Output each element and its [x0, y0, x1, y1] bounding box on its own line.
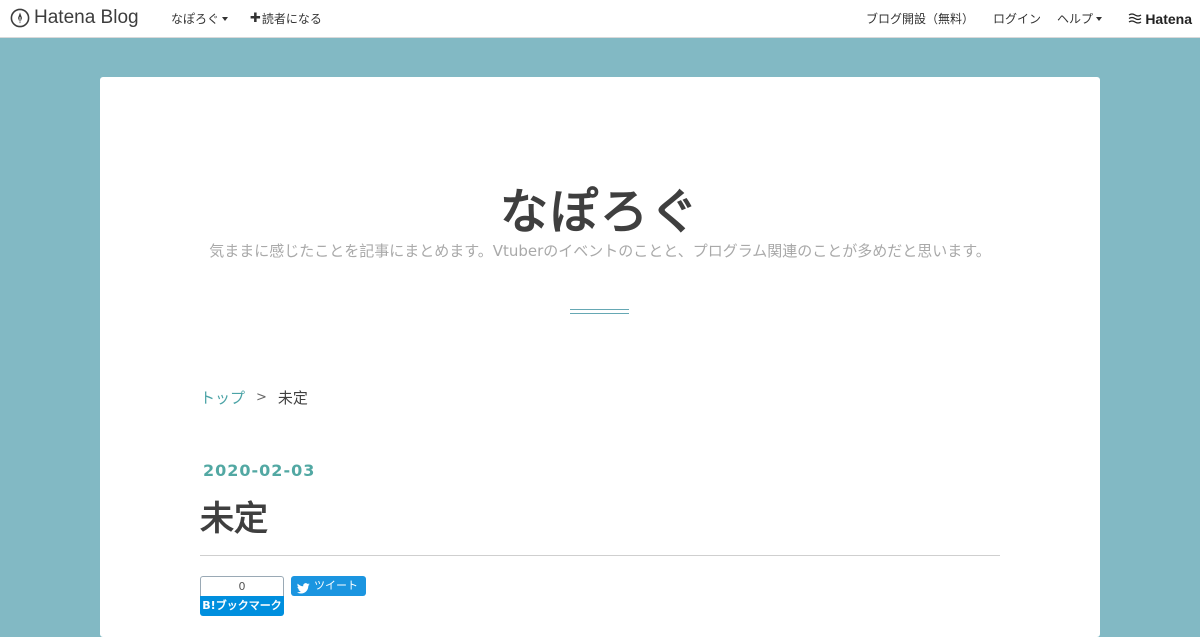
hatena-global-header: Hatena Blog なぽろぐ ✚ 読者になる ブログ開設（無料） ログイン …	[0, 0, 1200, 38]
subscribe-button[interactable]: ✚ 読者になる	[250, 10, 322, 27]
start-blog-label: ブログ開設（無料）	[866, 12, 975, 26]
entry-date[interactable]: 2020-02-03	[203, 461, 315, 480]
start-blog-link[interactable]: ブログ開設（無料）	[866, 10, 974, 27]
breadcrumb-current: 未定	[277, 389, 308, 407]
plus-icon: ✚	[250, 11, 261, 26]
subscribe-label: 読者になる	[261, 12, 322, 26]
help-label: ヘルプ	[1057, 12, 1094, 26]
hatena-bookmark-count: 0	[200, 576, 284, 596]
twitter-bird-icon	[296, 581, 310, 593]
blog-content-card: なぽろぐ 気ままに感じたことを記事にまとめます。Vtuberのイベントのことと、…	[100, 77, 1100, 637]
hatena-logo-text: Hatena	[1145, 10, 1192, 27]
breadcrumb-top-link[interactable]: トップ	[200, 387, 245, 408]
title-divider	[570, 309, 629, 314]
entry-divider	[200, 555, 1000, 556]
breadcrumb-separator: >	[256, 390, 267, 405]
login-link[interactable]: ログイン	[993, 10, 1041, 27]
brand-text: Hatena Blog	[34, 7, 139, 28]
hatena-bookmark-button[interactable]: 0 B!ブックマーク	[200, 576, 284, 616]
breadcrumb: トップ > 未定	[200, 387, 308, 408]
help-dropdown[interactable]: ヘルプ	[1057, 10, 1103, 27]
blog-description: 気ままに感じたことを記事にまとめます。Vtuberのイベントのことと、プログラム…	[209, 242, 991, 260]
hatena-blog-brand[interactable]: Hatena Blog	[10, 6, 139, 30]
hatena-blog-pen-icon	[10, 8, 30, 28]
tweet-label: ツイート	[314, 579, 358, 592]
entry-title[interactable]: 未定	[200, 491, 268, 540]
hatena-wave-icon	[1128, 9, 1142, 28]
tweet-button[interactable]: ツイート	[291, 576, 366, 596]
hatena-logo-link[interactable]: Hatena	[1128, 9, 1192, 28]
hatena-bookmark-label: B!ブックマーク	[200, 596, 284, 616]
blog-title[interactable]: なぽろぐ	[100, 172, 1100, 242]
caret-down-icon	[1096, 17, 1103, 21]
blog-menu-label: なぽろぐ	[171, 12, 220, 26]
caret-down-icon	[222, 17, 229, 21]
blog-menu-dropdown[interactable]: なぽろぐ	[171, 10, 229, 27]
login-label: ログイン	[993, 12, 1042, 26]
share-buttons: 0 B!ブックマーク ツイート	[200, 576, 366, 616]
